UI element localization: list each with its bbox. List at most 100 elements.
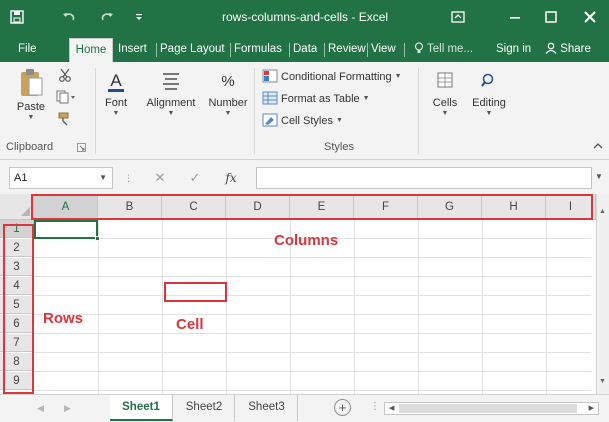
tab-page-layout[interactable]: Page Layout (160, 38, 225, 62)
font-label: Font (104, 97, 127, 109)
lightbulb-icon (414, 42, 427, 55)
font-button[interactable]: A Font ▼ (101, 68, 131, 119)
format-as-table-label: Format as Table (281, 93, 360, 105)
previous-sheet-icon[interactable]: ◀ (37, 403, 44, 414)
conditional-formatting-button[interactable]: Conditional Formatting ▼ (262, 68, 402, 86)
window-title: rows-columns-and-cells - Excel (222, 10, 389, 24)
horizontal-scrollbar[interactable]: ◀ ▶ (384, 402, 599, 415)
cell-highlight-box (164, 282, 227, 302)
tab-home[interactable]: Home (69, 38, 113, 62)
scroll-right-icon[interactable]: ▶ (589, 403, 594, 414)
columns-highlight-box (31, 194, 593, 220)
tab-separator (367, 43, 368, 57)
grid-column-line (162, 220, 163, 394)
percent-icon: % (217, 73, 239, 97)
select-all-icon (21, 207, 30, 216)
ribbon-display-options-icon[interactable] (448, 0, 468, 34)
format-as-table-button[interactable]: Format as Table ▼ (262, 90, 370, 108)
editing-label: Editing (472, 97, 506, 109)
tab-file[interactable]: File (18, 38, 37, 62)
expand-formula-bar-icon[interactable]: ▼ (595, 172, 603, 181)
scrollbar-thumb[interactable] (399, 404, 577, 413)
dialog-launcher-icon[interactable] (77, 143, 86, 155)
cell-annotation: Cell (176, 316, 204, 333)
sheet-tab-sheet3[interactable]: Sheet3 (236, 395, 298, 421)
grid-row-line (34, 390, 591, 391)
paste-label: Paste (16, 101, 46, 113)
scroll-down-icon[interactable]: ▼ (599, 378, 606, 385)
tab-separator (289, 43, 290, 57)
font-icon: A (105, 71, 127, 97)
add-sheet-icon[interactable]: + (334, 399, 351, 416)
cells-label: Cells (432, 97, 458, 109)
number-label: Number (208, 97, 248, 109)
copy-icon[interactable] (56, 90, 76, 107)
search-icon (479, 73, 499, 97)
group-separator (418, 68, 419, 154)
grid-row-line (34, 371, 591, 372)
tell-me-label: Tell me... (427, 43, 474, 55)
undo-icon[interactable] (60, 0, 78, 34)
styles-group-label: Styles (324, 141, 354, 153)
chevron-down-icon: ▼ (99, 173, 107, 182)
tab-insert[interactable]: Insert (118, 38, 147, 62)
select-all-button[interactable] (0, 194, 34, 220)
grid-row-line (34, 333, 591, 334)
alignment-button[interactable]: Alignment ▼ (138, 68, 204, 119)
tab-separator (156, 43, 157, 57)
svg-text:%: % (221, 73, 234, 90)
format-as-table-icon (262, 91, 278, 108)
chevron-down-icon: ▼ (167, 110, 175, 117)
grid-row-line (34, 352, 591, 353)
customize-toolbar-icon[interactable] (132, 0, 146, 34)
scroll-left-icon[interactable]: ◀ (389, 403, 394, 414)
cells-button[interactable]: Cells ▼ (428, 68, 462, 119)
cut-icon[interactable] (58, 68, 72, 85)
maximize-icon[interactable] (540, 0, 562, 34)
number-button[interactable]: % Number ▼ (205, 68, 251, 119)
close-icon[interactable] (578, 0, 602, 34)
scroll-up-icon[interactable]: ▲ (599, 208, 606, 215)
editing-button[interactable]: Editing ▼ (467, 68, 511, 119)
insert-function-button[interactable]: fx (222, 168, 240, 188)
scrollbar-grip-icon[interactable]: ⋮ (370, 401, 380, 412)
enter-icon[interactable]: ✓ (186, 168, 204, 188)
tab-separator (230, 43, 231, 57)
tab-view[interactable]: View (371, 38, 396, 62)
formula-input[interactable] (256, 167, 592, 189)
grid-column-line (226, 220, 227, 394)
share-label: Share (560, 43, 591, 55)
sheet-tab-sheet1[interactable]: Sheet1 (110, 395, 173, 421)
format-painter-icon[interactable] (58, 112, 72, 129)
chevron-down-icon: ▼ (362, 95, 370, 102)
tab-review[interactable]: Review (328, 38, 366, 62)
active-cell[interactable] (34, 220, 98, 239)
align-icon (160, 73, 182, 97)
tell-me-box[interactable]: Tell me... (414, 38, 473, 62)
cancel-icon[interactable]: ✕ (151, 168, 169, 188)
next-sheet-icon[interactable]: ▶ (64, 403, 71, 414)
sheet-tab-bar: ◀ ▶ Sheet1 Sheet2 Sheet3 + ⋮ ◀ ▶ (0, 394, 609, 422)
columns-annotation: Columns (274, 232, 339, 249)
grid-column-line (482, 220, 483, 394)
sheet-tab-sheet2[interactable]: Sheet2 (174, 395, 235, 421)
save-icon[interactable] (6, 0, 28, 34)
vertical-scrollbar[interactable]: ▲ ▼ (596, 194, 609, 394)
share-button[interactable]: Share (545, 38, 591, 62)
redo-icon[interactable] (98, 0, 116, 34)
cell-styles-button[interactable]: Cell Styles ▼ (262, 112, 343, 130)
tab-data[interactable]: Data (293, 38, 317, 62)
fill-handle[interactable] (95, 236, 100, 241)
name-box[interactable]: A1 ▼ (9, 167, 113, 189)
ribbon-tabs: File Home Insert Page Layout Formulas Da… (0, 34, 609, 62)
grid-column-line (418, 220, 419, 394)
paste-button[interactable]: Paste ▼ (16, 68, 46, 123)
tab-formulas[interactable]: Formulas (234, 38, 282, 62)
chevron-down-icon: ▼ (27, 114, 35, 121)
collapse-ribbon-icon[interactable] (592, 140, 604, 152)
grid-row-line (34, 314, 591, 315)
worksheet-grid[interactable]: ABCDEFGHI 123456789 Columns Rows Cell ▲ … (0, 194, 609, 394)
sign-in-link[interactable]: Sign in (496, 38, 531, 62)
minimize-icon[interactable] (503, 0, 527, 34)
cell-styles-icon (262, 113, 278, 130)
